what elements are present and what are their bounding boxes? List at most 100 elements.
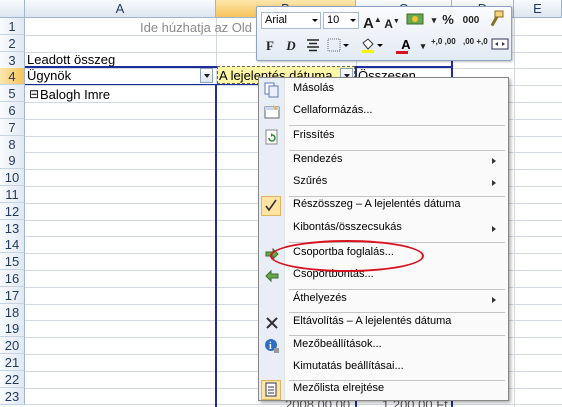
merge-center-icon (491, 38, 509, 50)
currency-icon (406, 13, 424, 25)
row-header[interactable]: 13 (0, 219, 25, 237)
font-color-dropdown[interactable]: ▾ (419, 37, 427, 55)
bold-icon: F (266, 38, 274, 53)
context-menu: Másolás Cellaformázás... Frissítés Rende… (258, 77, 509, 401)
grow-font-button[interactable]: A▲ (363, 11, 382, 33)
format-painter-icon (490, 10, 504, 27)
ugynok-filter-dropdown[interactable] (200, 68, 213, 83)
menu-item-move[interactable]: Áthelyezés (259, 289, 508, 311)
menu-item-label: Eltávolítás – A lejelentés dátuma (293, 315, 452, 327)
menu-item-label: Kimutatás beállításai... (293, 360, 404, 372)
row-header[interactable]: 2 (0, 34, 25, 52)
row-header[interactable]: 7 (0, 118, 25, 136)
menu-item-copy[interactable]: Másolás (259, 79, 508, 101)
row-header[interactable]: 9 (0, 152, 25, 170)
row-header[interactable]: 18 (0, 303, 25, 321)
row-header[interactable]: 12 (0, 202, 25, 220)
menu-item-label: Frissítés (293, 129, 335, 141)
menu-item-format-cells[interactable]: Cellaformázás... (259, 101, 508, 123)
row-header[interactable]: 1 (0, 18, 25, 35)
menu-item-subtotal[interactable]: Részösszeg – A lejelentés dátuma (259, 195, 508, 217)
row-field-ugynok[interactable]: Ügynök (27, 66, 71, 85)
thousands-separator-button[interactable]: 000 (460, 12, 482, 30)
column-gridline (514, 18, 515, 407)
row-header[interactable]: 5 (0, 85, 25, 103)
font-name-value: Arial (265, 14, 288, 26)
grow-font-icon: A (363, 15, 374, 32)
checkmark-icon (265, 199, 277, 212)
merge-center-button[interactable] (490, 37, 510, 56)
submenu-arrow-icon (492, 158, 496, 164)
submenu-arrow-icon (492, 180, 496, 186)
menu-item-label: Szűrés (293, 175, 328, 187)
format-cells-icon (264, 105, 280, 119)
menu-item-hide-field-list[interactable]: Mezőlista elrejtése (259, 379, 508, 401)
row-header[interactable]: 8 (0, 135, 25, 153)
row-header[interactable]: 16 (0, 270, 25, 287)
decrease-decimal-button[interactable]: ,00 +,0 (463, 37, 489, 46)
copy-icon (264, 82, 279, 98)
row-header[interactable]: 19 (0, 320, 25, 338)
font-name-combo[interactable]: Arial (261, 12, 321, 29)
font-color-button[interactable]: A (394, 36, 418, 54)
menu-item-filter[interactable]: Szűrés (259, 172, 508, 194)
italic-icon: D (286, 38, 296, 53)
percent-style-button[interactable]: % (440, 11, 456, 29)
align-center-icon (307, 39, 319, 52)
row-header[interactable]: 21 (0, 354, 25, 371)
increase-decimal-button[interactable]: +,0 ,00 (431, 37, 461, 46)
menu-item-pivot-options[interactable]: Kimutatás beállításai... (259, 357, 508, 379)
row-header[interactable]: 23 (0, 387, 25, 405)
row-header[interactable]: 20 (0, 337, 25, 355)
menu-item-field-settings[interactable]: i Mezőbeállítások... (259, 335, 508, 357)
menu-item-label: Mezőlista elrejtése (293, 382, 385, 394)
pivot-divider-left (215, 84, 217, 407)
column-header-e[interactable]: E (514, 0, 562, 18)
row-header[interactable]: 22 (0, 370, 25, 388)
font-color-swatch (396, 51, 408, 54)
menu-item-label: Áthelyezés (293, 292, 347, 304)
select-all-corner[interactable] (0, 0, 25, 18)
shrink-font-button[interactable]: A▼ (384, 13, 400, 33)
format-painter-button[interactable] (486, 10, 506, 33)
percent-icon: % (442, 12, 454, 27)
font-color-icon: A (401, 37, 411, 52)
row-header[interactable]: 6 (0, 102, 25, 119)
menu-item-refresh[interactable]: Frissítés (259, 126, 508, 148)
row-header[interactable]: 11 (0, 186, 25, 203)
checkmark-box (261, 196, 281, 216)
paint-bucket-icon (362, 38, 383, 53)
font-size-value: 10 (327, 14, 340, 26)
row-header[interactable]: 4 (0, 68, 25, 86)
center-align-button[interactable] (305, 38, 321, 57)
menu-item-sort[interactable]: Rendezés (259, 150, 508, 172)
currency-format-button[interactable] (405, 11, 427, 32)
menu-item-label: Részösszeg – A lejelentés dátuma (293, 198, 461, 210)
highlight-annotation-oval (270, 240, 424, 272)
bold-button[interactable]: F (262, 37, 278, 55)
row-header[interactable]: 3 (0, 51, 25, 69)
fill-color-button[interactable] (360, 37, 384, 58)
borders-button[interactable] (327, 38, 349, 57)
menu-item-label: Cellaformázás... (293, 104, 373, 116)
column-label: A (115, 1, 125, 16)
field-settings-icon: i (265, 339, 279, 353)
row-header[interactable]: 15 (0, 253, 25, 271)
menu-item-label: Rendezés (293, 153, 343, 165)
column-label: E (533, 1, 542, 16)
svg-text:i: i (269, 341, 272, 352)
shrink-font-icon: A (384, 17, 393, 31)
menu-item-expand-collapse[interactable]: Kibontás/összecsukás (259, 218, 508, 240)
currency-dropdown[interactable]: ▾ (429, 11, 439, 29)
menu-item-remove[interactable]: Eltávolítás – A lejelentés dátuma (259, 312, 508, 334)
italic-button[interactable]: D (283, 37, 299, 55)
increase-decimal-icon: +,0 ,00 (431, 37, 456, 46)
menu-item-label: Másolás (293, 82, 334, 94)
row-header[interactable]: 10 (0, 169, 25, 187)
font-size-combo[interactable]: 10 (323, 12, 359, 29)
row-item-balogh[interactable]: Balogh Imre (40, 85, 110, 104)
refresh-icon (265, 129, 278, 145)
row-header[interactable]: 17 (0, 286, 25, 304)
row-header[interactable]: 14 (0, 236, 25, 254)
column-header-a[interactable]: A (25, 0, 216, 18)
